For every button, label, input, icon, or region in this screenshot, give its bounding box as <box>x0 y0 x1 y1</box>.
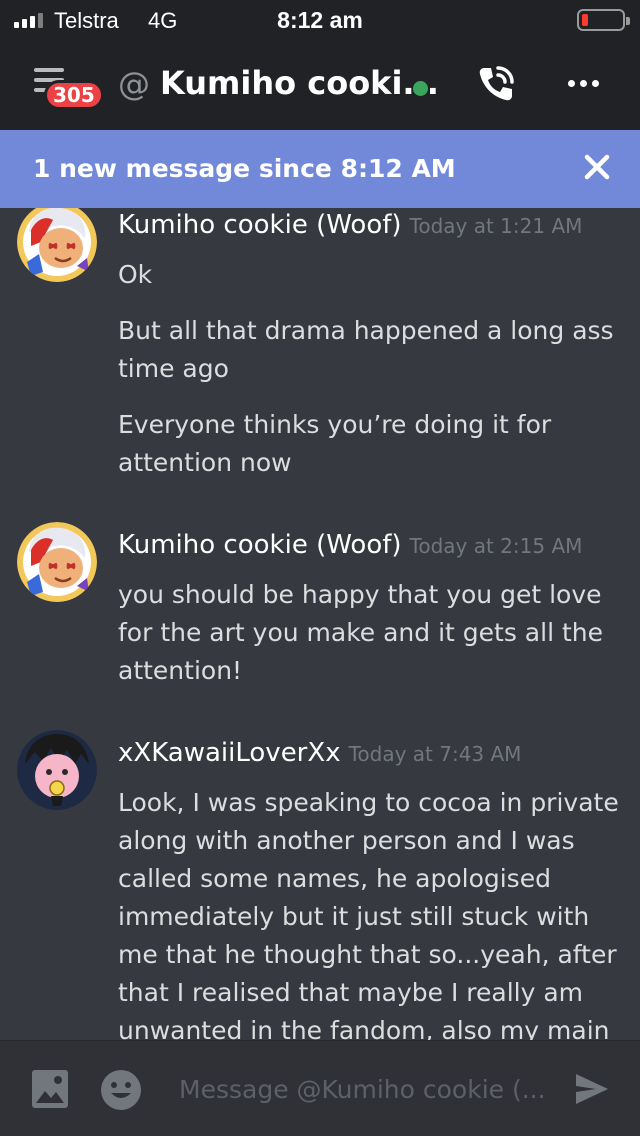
battery-level <box>582 14 588 26</box>
new-messages-banner[interactable]: 1 new message since 8:12 AM <box>0 130 640 208</box>
message-header: Kumiho cookie (Woof) Today at 1:21 AM <box>118 210 582 240</box>
avatar[interactable] <box>17 730 97 810</box>
message-text: But all that drama happened a long ass t… <box>118 316 614 383</box>
phone-call-icon[interactable] <box>474 62 518 106</box>
online-status-icon <box>413 81 428 96</box>
message-text: Look, I was speaking to cocoa in private… <box>118 788 619 1040</box>
message-header: xXKawaiiLoverXx Today at 7:43 AM <box>118 738 521 768</box>
timestamp: Today at 7:43 AM <box>348 742 522 766</box>
dm-title[interactable]: Kumiho cooki... <box>160 64 439 102</box>
avatar[interactable] <box>17 208 97 282</box>
message-header: Kumiho cookie (Woof) Today at 2:15 AM <box>118 530 582 560</box>
timestamp: Today at 1:21 AM <box>409 214 583 238</box>
message-text: you should be happy that you get love fo… <box>118 580 603 685</box>
author-name[interactable]: Kumiho cookie (Woof) <box>118 530 402 560</box>
avatar[interactable] <box>17 522 97 602</box>
timestamp: Today at 2:15 AM <box>409 534 583 558</box>
message-text: Ok <box>118 260 153 289</box>
more-icon[interactable] <box>568 80 599 87</box>
new-messages-text: 1 new message since 8:12 AM <box>33 154 456 183</box>
author-name[interactable]: Kumiho cookie (Woof) <box>118 210 402 240</box>
message-list[interactable]: Kumiho cookie (Woof) Today at 1:21 AM Ok … <box>0 208 640 1040</box>
clock: 8:12 am <box>277 7 363 33</box>
channel-header: 305 @ Kumiho cooki... <box>0 40 640 130</box>
message-composer <box>0 1040 640 1136</box>
message-text: Everyone thinks you’re doing it for atte… <box>118 410 552 477</box>
author-name[interactable]: xXKawaiiLoverXx <box>118 738 341 768</box>
message-input[interactable] <box>165 1067 555 1111</box>
emoji-icon[interactable] <box>100 1069 142 1111</box>
battery-icon <box>577 9 630 31</box>
status-bar: Telstra 4G 8:12 am <box>0 0 640 40</box>
image-icon[interactable] <box>31 1069 69 1109</box>
unread-badge: 305 <box>44 80 104 110</box>
close-icon[interactable] <box>580 150 614 184</box>
send-icon[interactable] <box>574 1071 610 1107</box>
at-icon: @ <box>118 65 150 103</box>
